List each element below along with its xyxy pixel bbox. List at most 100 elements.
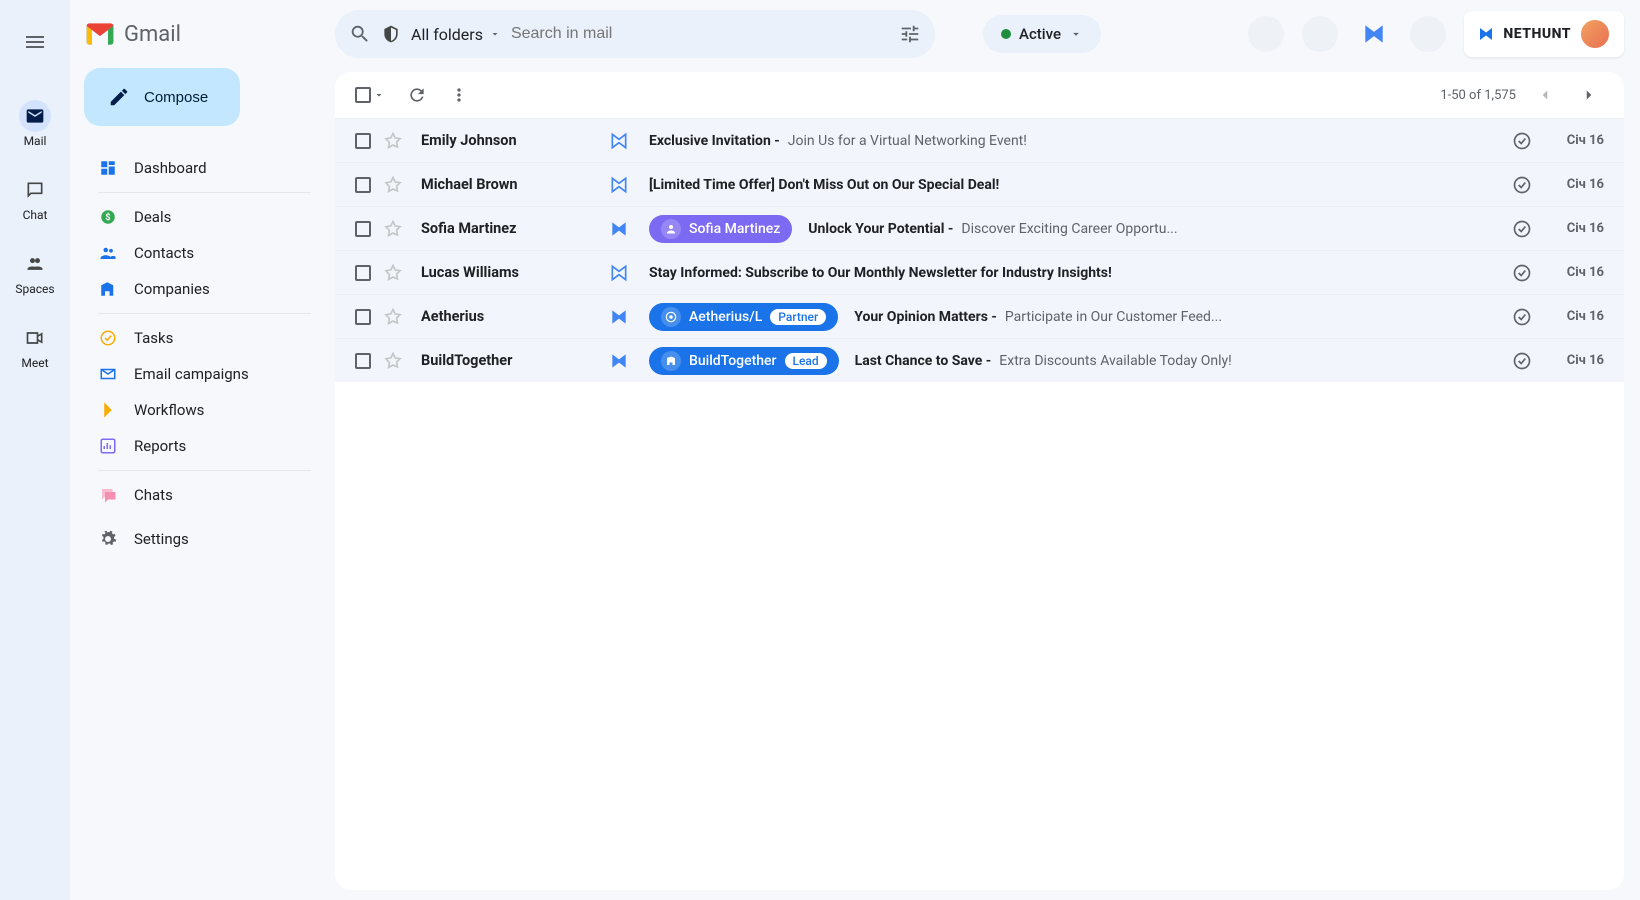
row-content: Exclusive Invitation - Join Us for a Vir… (649, 133, 1496, 149)
svg-text:$: $ (105, 212, 110, 223)
check-circle-icon (1512, 351, 1532, 371)
row-checkbox[interactable] (355, 265, 371, 281)
select-all-checkbox[interactable] (355, 87, 385, 103)
folder-filter[interactable]: All folders (411, 25, 501, 44)
gmail-logo-icon (84, 18, 116, 50)
mail-icon (25, 106, 45, 126)
app-name: Gmail (124, 22, 181, 47)
rail-mail[interactable]: Mail (0, 92, 70, 156)
sidebar-settings[interactable]: Settings (84, 521, 325, 557)
sidebar-chats[interactable]: Chats (84, 477, 325, 513)
top-icon-1[interactable] (1248, 16, 1284, 52)
nethunt-search-icon[interactable] (381, 24, 401, 44)
sidebar-reports[interactable]: Reports (84, 428, 325, 464)
email-row[interactable]: Michael Brown [Limited Time Offer] Don't … (335, 162, 1624, 206)
nethunt-row-icon[interactable] (609, 131, 629, 151)
rail-chat[interactable]: Chat (0, 166, 70, 230)
toolbar: 1-50 of 1,575 (335, 72, 1624, 118)
crm-tag[interactable]: Sofia Martinez (649, 215, 792, 243)
rail-spaces-label: Spaces (15, 282, 54, 296)
crm-tag[interactable]: Aetherius/LPartner (649, 303, 838, 331)
date: Січ 16 (1548, 353, 1604, 368)
dashboard-icon (98, 158, 118, 178)
row-content: Sofia Martinez Unlock Your Potential - Di… (649, 215, 1496, 243)
star-icon[interactable] (383, 131, 403, 151)
row-checkbox[interactable] (355, 353, 371, 369)
sidebar-email-campaigns[interactable]: Email campaigns (84, 356, 325, 392)
date: Січ 16 (1548, 265, 1604, 280)
check-circle-icon (1512, 131, 1532, 151)
rail-chat-label: Chat (23, 208, 48, 222)
nethunt-row-icon[interactable] (609, 263, 629, 283)
subject: Exclusive Invitation - (649, 133, 780, 149)
top-icon-2[interactable] (1302, 16, 1338, 52)
tasks-icon (98, 328, 118, 348)
search-input[interactable] (511, 25, 889, 43)
divider (98, 470, 311, 471)
crm-tag[interactable]: BuildTogetherLead (649, 347, 839, 375)
row-checkbox[interactable] (355, 221, 371, 237)
star-icon[interactable] (383, 219, 403, 239)
search-box[interactable]: All folders (335, 10, 935, 58)
compose-button[interactable]: Compose (84, 68, 240, 126)
nethunt-row-icon[interactable] (609, 219, 629, 239)
row-content: [Limited Time Offer] Don't Miss Out on O… (649, 177, 1496, 193)
sidebar-deals[interactable]: $ Deals (84, 199, 325, 235)
sidebar-contacts[interactable]: Contacts (84, 235, 325, 271)
check-circle-icon (1512, 307, 1532, 327)
sidebar: Gmail Compose Dashboard $ Deals Contacts… (70, 0, 335, 900)
reports-icon (98, 436, 118, 456)
star-icon[interactable] (383, 175, 403, 195)
email-row[interactable]: AetheriusAetherius/LPartnerYour Opinion … (335, 294, 1624, 338)
subject: Your Opinion Matters - (854, 309, 997, 325)
sender: BuildTogether (421, 352, 601, 369)
nethunt-row-icon[interactable] (609, 175, 629, 195)
status-pill[interactable]: Active (983, 15, 1101, 53)
prev-page[interactable] (1530, 82, 1560, 108)
row-content: Aetherius/LPartner Your Opinion Matters -… (649, 303, 1496, 331)
email-row[interactable]: Emily Johnson Exclusive Invitation - Join… (335, 118, 1624, 162)
tune-icon[interactable] (899, 23, 921, 45)
star-icon[interactable] (383, 351, 403, 371)
row-checkbox[interactable] (355, 309, 371, 325)
rail-meet[interactable]: Meet (0, 314, 70, 378)
refresh-icon[interactable] (407, 85, 427, 105)
sender: Michael Brown (421, 176, 601, 193)
top-icon-4[interactable] (1410, 16, 1446, 52)
nethunt-badge[interactable]: NETHUNT (1464, 11, 1624, 57)
sidebar-contacts-label: Contacts (134, 244, 194, 262)
nethunt-row-icon[interactable] (609, 307, 629, 327)
row-checkbox[interactable] (355, 177, 371, 193)
snippet: Extra Discounts Available Today Only! (999, 353, 1231, 369)
row-content: Stay Informed: Subscribe to Our Monthly … (649, 265, 1496, 281)
nethunt-row-icon[interactable] (609, 351, 629, 371)
subject: Stay Informed: Subscribe to Our Monthly … (649, 265, 1112, 281)
next-page[interactable] (1574, 82, 1604, 108)
rail-spaces[interactable]: Spaces (0, 240, 70, 304)
sidebar-dashboard[interactable]: Dashboard (84, 150, 325, 186)
star-icon[interactable] (383, 307, 403, 327)
email-row[interactable]: BuildTogetherBuildTogetherLeadLast Chanc… (335, 338, 1624, 382)
user-avatar[interactable] (1579, 18, 1611, 50)
folder-label: All folders (411, 25, 483, 44)
sidebar-tasks[interactable]: Tasks (84, 320, 325, 356)
sidebar-chats-label: Chats (134, 486, 173, 504)
snippet: Discover Exciting Career Opportu... (961, 221, 1177, 237)
more-vert-icon[interactable] (449, 85, 469, 105)
hamburger-menu[interactable] (11, 18, 59, 66)
workflows-icon (98, 400, 118, 420)
subject: Unlock Your Potential - (808, 221, 953, 237)
logo[interactable]: Gmail (84, 10, 325, 58)
companies-icon (98, 279, 118, 299)
email-campaigns-icon (98, 364, 118, 384)
sidebar-settings-label: Settings (134, 530, 189, 548)
sidebar-workflows[interactable]: Workflows (84, 392, 325, 428)
email-row[interactable]: Sofia MartinezSofia Martinez Unlock Your … (335, 206, 1624, 250)
email-row[interactable]: Lucas WilliamsStay Informed: Subscribe t… (335, 250, 1624, 294)
sidebar-companies[interactable]: Companies (84, 271, 325, 307)
sender: Emily Johnson (421, 132, 601, 149)
star-icon[interactable] (383, 263, 403, 283)
row-checkbox[interactable] (355, 133, 371, 149)
nethunt-icon-top[interactable] (1356, 16, 1392, 52)
settings-gear-icon (98, 529, 118, 549)
